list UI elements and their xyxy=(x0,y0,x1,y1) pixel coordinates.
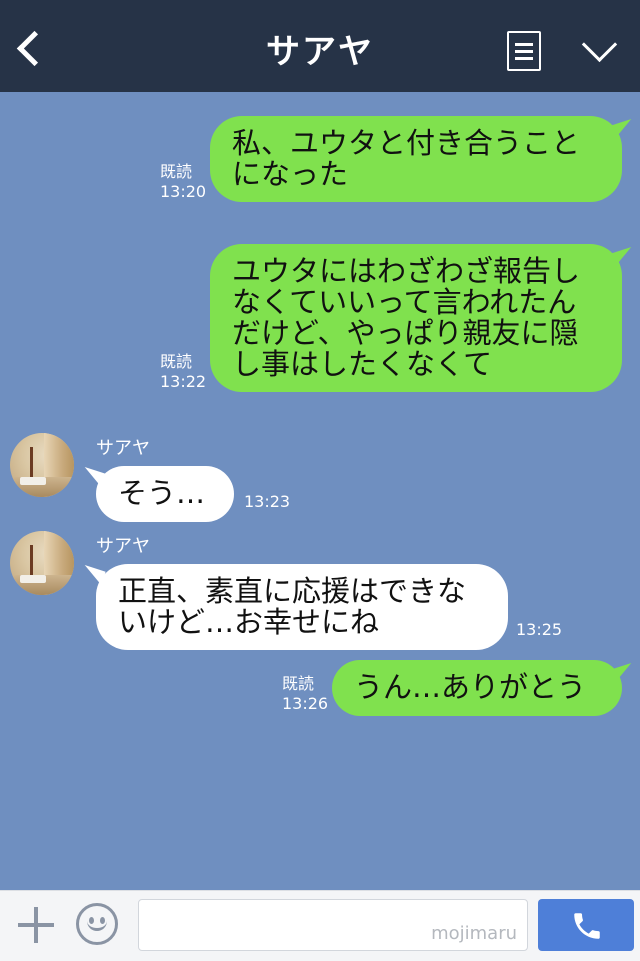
read-receipt: 既読 xyxy=(160,352,193,371)
bubble-tail xyxy=(610,662,636,684)
message-line: 私、ユウタと付き合うこと xyxy=(232,126,581,160)
message-bubble-received[interactable]: そう… xyxy=(96,466,234,522)
avatar[interactable] xyxy=(10,531,74,595)
collapse-button[interactable] xyxy=(578,32,624,68)
message-time: 13:23 xyxy=(244,492,291,511)
call-button[interactable] xyxy=(538,899,634,951)
chat-title: サアヤ xyxy=(266,32,374,72)
message-meta: 13:25 xyxy=(516,620,562,640)
watermark: mojimaru xyxy=(431,923,517,944)
message-time: 13:22 xyxy=(160,372,207,391)
message-line: ユウタにはわざわざ報告し xyxy=(232,254,581,288)
message-meta: 13:23 xyxy=(244,492,290,512)
read-receipt: 既読 xyxy=(282,674,315,693)
input-bar: mojimaru xyxy=(0,890,640,961)
message-line: になった xyxy=(232,157,349,191)
message-meta: 既読 13:20 xyxy=(160,162,206,202)
message-input[interactable]: mojimaru xyxy=(138,899,528,951)
message-line: だけど、やっぱり親友に隠 xyxy=(232,316,579,350)
message-line: なくていいって言われたん xyxy=(232,285,577,319)
sender-name: サアヤ xyxy=(96,438,150,459)
message-bubble-sent[interactable]: うん…ありがとう xyxy=(332,660,622,716)
message-line: し事はしたくなくて xyxy=(232,347,493,381)
message-bubble-sent[interactable]: 私、ユウタと付き合うこと になった xyxy=(210,116,622,202)
bubble-tail xyxy=(610,118,636,140)
message-meta: 既読 13:26 xyxy=(282,674,328,714)
message-time: 13:25 xyxy=(516,620,563,639)
bubble-tail xyxy=(610,246,636,268)
message-bubble-received[interactable]: 正直、素直に応援はできな いけど…お幸せにね xyxy=(96,564,508,650)
message-bubble-sent[interactable]: ユウタにはわざわざ報告し なくていいって言われたん だけど、やっぱり親友に隠 し… xyxy=(210,244,622,392)
avatar[interactable] xyxy=(10,433,74,497)
message-line: うん…ありがとう xyxy=(354,670,587,704)
message-line: いけど…お幸せにね xyxy=(118,605,380,639)
chat-header: サアヤ xyxy=(0,0,640,92)
read-receipt: 既読 xyxy=(160,162,193,181)
plus-button[interactable] xyxy=(16,905,56,945)
menu-icon xyxy=(515,43,533,46)
message-line: そう… xyxy=(118,476,206,510)
phone-icon xyxy=(574,913,600,939)
sender-name: サアヤ xyxy=(96,536,150,557)
message-meta: 既読 13:22 xyxy=(160,352,206,392)
emoji-button[interactable] xyxy=(76,903,118,945)
menu-button[interactable] xyxy=(507,31,541,71)
message-time: 13:20 xyxy=(160,182,207,201)
message-time: 13:26 xyxy=(282,694,329,713)
message-line: 正直、素直に応援はできな xyxy=(118,574,467,608)
